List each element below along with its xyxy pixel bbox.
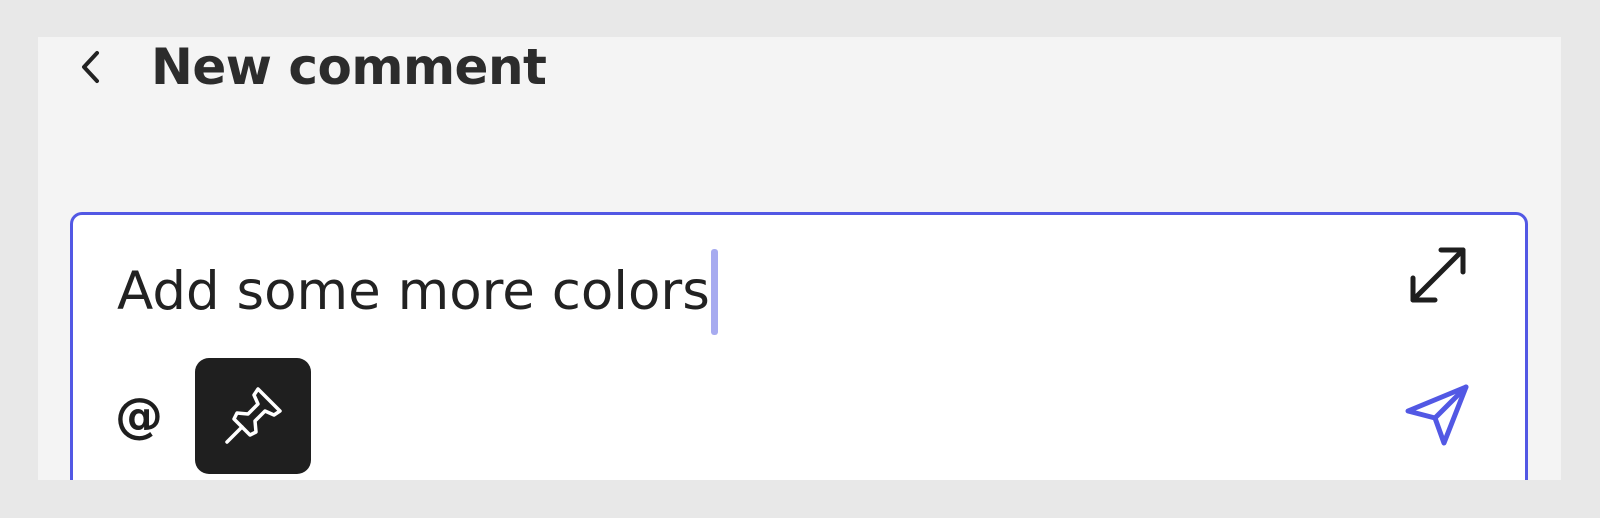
new-comment-panel: New comment Add some more colors @ — [38, 37, 1561, 480]
pushpin-icon — [225, 387, 282, 444]
header: New comment — [38, 37, 1561, 117]
page-title: New comment — [151, 38, 547, 96]
comment-input-box[interactable]: Add some more colors @ — [70, 212, 1528, 480]
expand-diagonal-icon — [1410, 247, 1466, 303]
comment-input-value: Add some more colors — [117, 261, 710, 322]
text-caret — [710, 249, 718, 335]
pin-button[interactable] — [195, 358, 311, 474]
send-button[interactable] — [1398, 375, 1478, 455]
chevron-left-icon — [82, 51, 99, 83]
mention-button[interactable]: @ — [107, 380, 171, 452]
comment-input[interactable]: Add some more colors — [117, 247, 718, 337]
at-sign-icon: @ — [115, 388, 163, 444]
back-button[interactable] — [66, 37, 116, 97]
expand-button[interactable] — [1398, 235, 1478, 315]
send-paper-plane-icon — [1405, 384, 1469, 446]
